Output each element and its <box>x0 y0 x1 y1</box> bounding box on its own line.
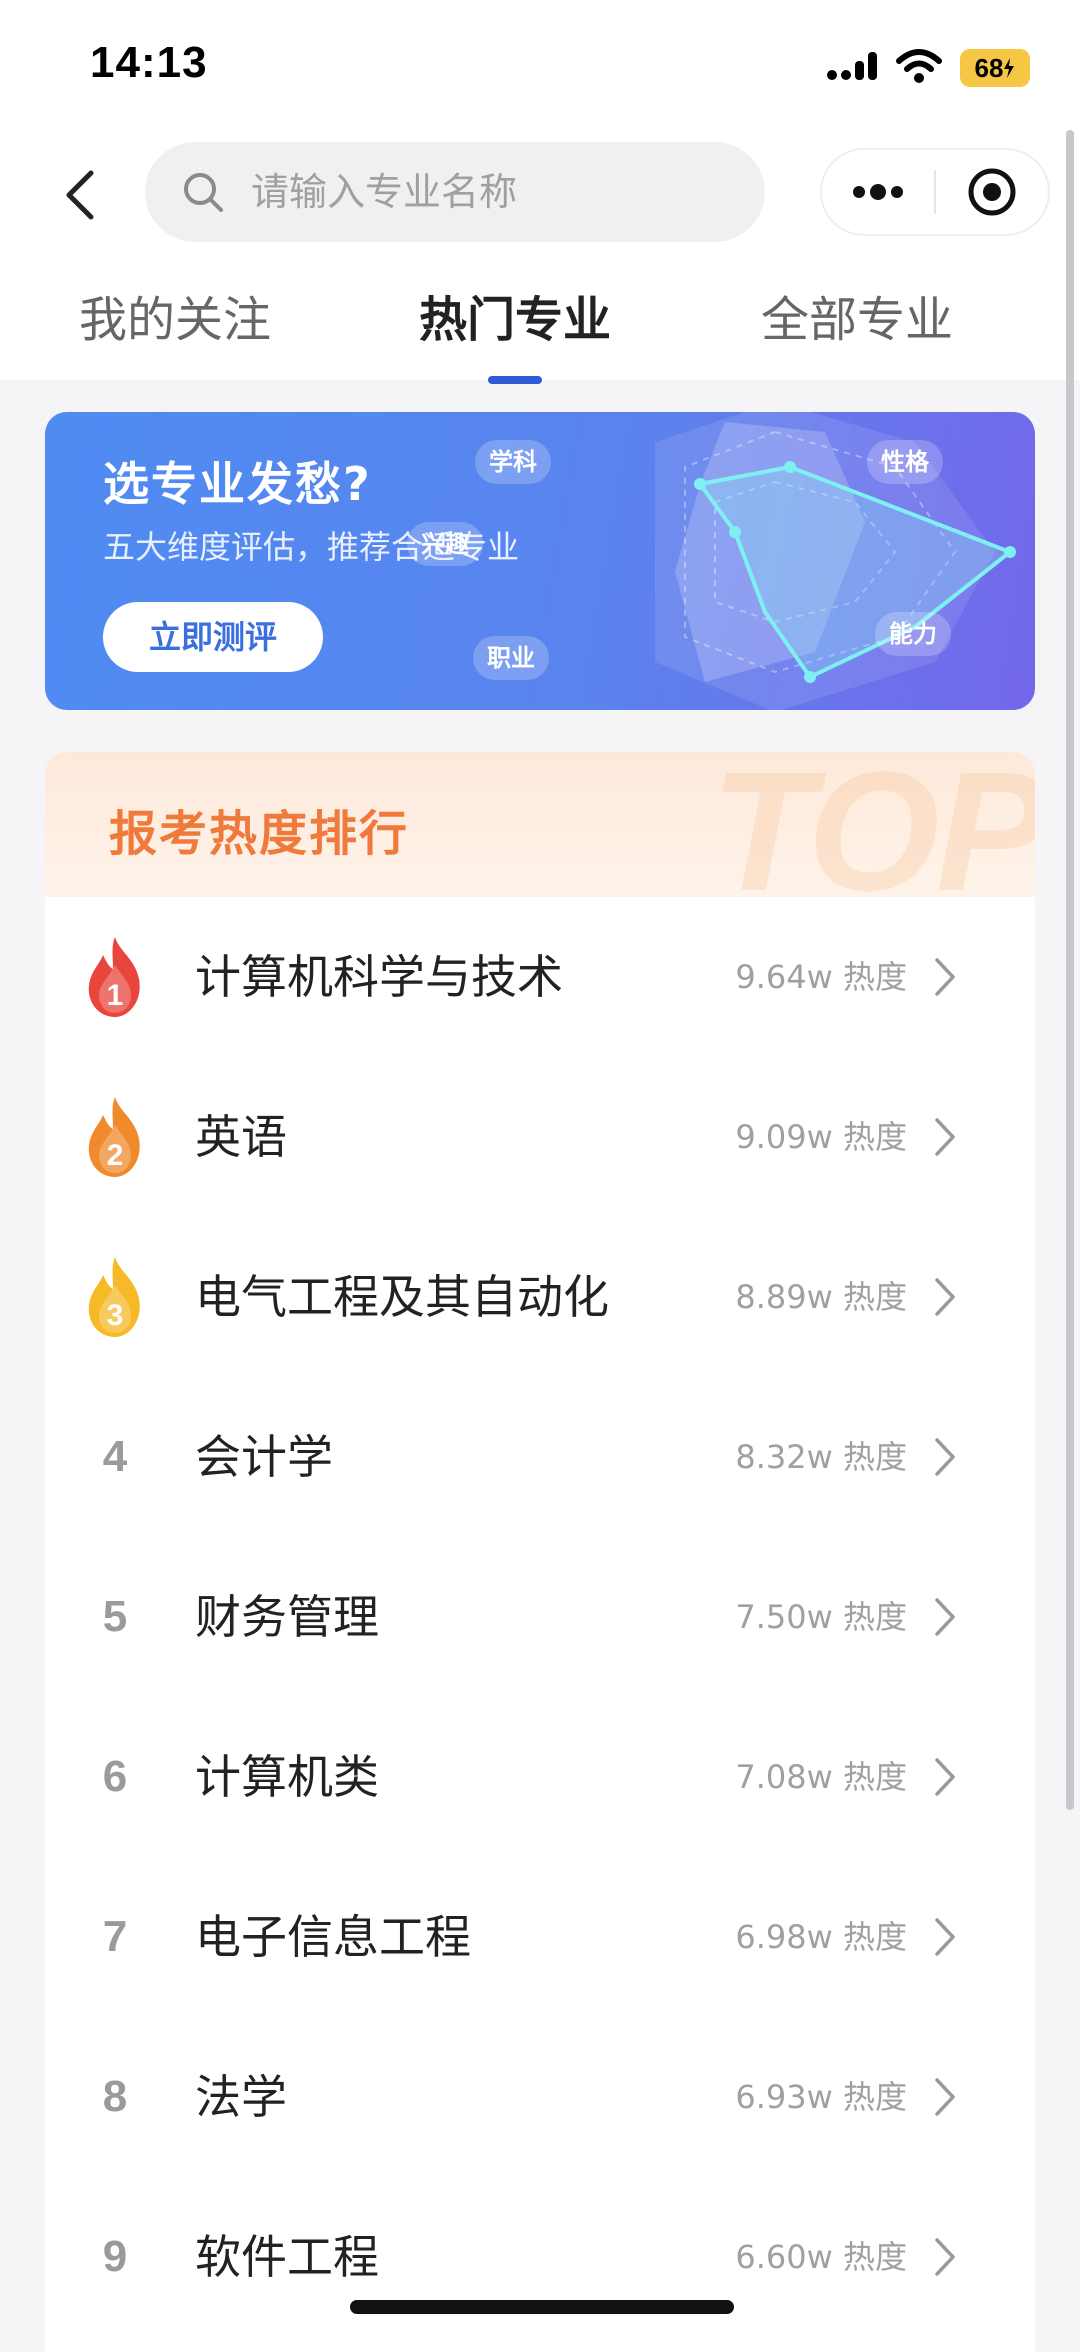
major-name: 计算机类 <box>195 1750 379 1804</box>
home-indicator[interactable] <box>350 2300 734 2314</box>
status-time: 14:13 <box>90 38 208 87</box>
ranking-title: 报考热度排行 <box>109 806 410 862</box>
back-button[interactable] <box>50 155 110 235</box>
chevron-right-icon <box>925 1857 965 2017</box>
chevron-right-icon <box>925 2017 965 2177</box>
tab-my-follow[interactable]: 我的关注 <box>70 270 280 380</box>
ranking-row[interactable]: 3 电气工程及其自动化 8.89w 热度 <box>45 1217 1035 1377</box>
radar-chart-graphic <box>655 412 1016 710</box>
top-navigation: 我的关注 热门专业 全部专业 <box>0 130 1080 384</box>
rank-number-cell: 6 <box>80 1697 150 1857</box>
status-bar: 14:13 68 <box>0 0 1080 130</box>
radar-illustration: 学科 性格 兴趣 能力 职业 <box>407 412 1035 710</box>
close-mini-program-button[interactable] <box>936 150 1048 234</box>
ranking-row[interactable]: 1 计算机科学与技术 9.64w 热度 <box>45 897 1035 1057</box>
search-bar[interactable] <box>145 142 765 242</box>
search-input[interactable] <box>249 169 729 215</box>
assessment-banner[interactable]: 选专业发愁? 五大维度评估，推荐合适专业 立即测评 学科 性格 兴趣 能力 职业 <box>45 412 1035 710</box>
radar-label-personality: 性格 <box>867 440 943 484</box>
tab-all-majors[interactable]: 全部专业 <box>752 270 962 380</box>
chevron-right-icon <box>925 1537 965 1697</box>
more-button[interactable] <box>822 150 934 234</box>
rank-number: 2 <box>107 1139 124 1172</box>
rank-number: 8 <box>102 2072 128 2121</box>
heat-value: 6.93w 热度 <box>735 2078 907 2116</box>
search-icon <box>184 173 223 212</box>
heat-value: 6.98w 热度 <box>735 1918 907 1956</box>
major-name: 财务管理 <box>195 1590 379 1644</box>
rank-number: 4 <box>102 1432 128 1481</box>
rank-number-cell: 9 <box>80 2177 150 2337</box>
rank-number-cell: 5 <box>80 1537 150 1697</box>
signal-icon <box>826 49 878 87</box>
mini-program-capsule <box>820 148 1050 236</box>
radar-label-interest: 兴趣 <box>407 522 483 566</box>
ranking-row[interactable]: 6 计算机类 7.08w 热度 <box>45 1697 1035 1857</box>
ranking-row[interactable]: 5 财务管理 7.50w 热度 <box>45 1537 1035 1697</box>
ranking-header: TOP 报考热度排行 <box>45 752 1035 927</box>
status-icons: 68 <box>826 44 1030 92</box>
ranking-row[interactable]: 7 电子信息工程 6.98w 热度 <box>45 1857 1035 2017</box>
major-name: 法学 <box>195 2070 287 2124</box>
heat-value: 9.64w 热度 <box>735 958 907 996</box>
ranking-row[interactable]: 2 英语 9.09w 热度 <box>45 1057 1035 1217</box>
radar-label-career: 职业 <box>473 636 549 680</box>
chevron-right-icon <box>925 897 965 1057</box>
major-name: 电子信息工程 <box>195 1910 471 1964</box>
chevron-right-icon <box>925 1057 965 1217</box>
tab-hot-majors[interactable]: 热门专业 <box>410 270 620 380</box>
heat-value: 8.89w 热度 <box>735 1278 907 1316</box>
rank-number: 7 <box>102 1912 128 1961</box>
battery-indicator: 68 <box>960 49 1030 87</box>
banner-title: 选专业发愁? <box>103 457 372 511</box>
rank-number: 6 <box>102 1752 128 1801</box>
chevron-right-icon <box>925 2177 965 2337</box>
major-name: 计算机科学与技术 <box>195 950 563 1004</box>
flame-rank-icon: 3 <box>80 1217 150 1377</box>
chevron-right-icon <box>925 1377 965 1537</box>
major-name: 英语 <box>195 1110 287 1164</box>
scrollbar[interactable] <box>1066 130 1074 1810</box>
heat-value: 6.60w 热度 <box>735 2238 907 2276</box>
major-name: 软件工程 <box>195 2230 379 2284</box>
rank-number: 9 <box>102 2232 128 2281</box>
rank-number: 5 <box>102 1592 128 1641</box>
charging-icon <box>1004 58 1015 78</box>
rank-number-cell: 7 <box>80 1857 150 2017</box>
heat-value: 9.09w 热度 <box>735 1118 907 1156</box>
flame-rank-icon: 2 <box>80 1057 150 1217</box>
more-dots-icon <box>853 184 903 200</box>
ranking-row[interactable]: 8 法学 6.93w 热度 <box>45 2017 1035 2177</box>
rank-number: 1 <box>107 979 124 1012</box>
wifi-icon <box>896 49 942 87</box>
flame-rank-icon: 1 <box>80 897 150 1057</box>
hot-ranking-card: TOP 报考热度排行 1 计算机科学与技术 9.64w 热度 2 英语 9.09w 热度 3… <box>45 752 1035 2352</box>
radar-label-subject: 学科 <box>475 440 551 484</box>
target-icon <box>968 168 1016 216</box>
chevron-right-icon <box>925 1697 965 1857</box>
rank-number-cell: 8 <box>80 2017 150 2177</box>
heat-value: 7.08w 热度 <box>735 1758 907 1796</box>
chevron-right-icon <box>925 1217 965 1377</box>
heat-value: 8.32w 热度 <box>735 1438 907 1476</box>
ranking-row[interactable]: 4 会计学 8.32w 热度 <box>45 1377 1035 1537</box>
tab-bar: 我的关注 热门专业 全部专业 <box>0 270 1080 380</box>
rank-number: 3 <box>107 1299 124 1332</box>
battery-level: 68 <box>974 52 1004 83</box>
active-tab-indicator <box>488 376 542 384</box>
major-name: 会计学 <box>195 1430 333 1484</box>
heat-value: 7.50w 热度 <box>735 1598 907 1636</box>
radar-label-ability: 能力 <box>875 612 951 656</box>
rank-number-cell: 4 <box>80 1377 150 1537</box>
chevron-left-icon <box>66 170 94 220</box>
major-name: 电气工程及其自动化 <box>195 1270 609 1324</box>
start-assessment-button[interactable]: 立即测评 <box>103 602 323 672</box>
